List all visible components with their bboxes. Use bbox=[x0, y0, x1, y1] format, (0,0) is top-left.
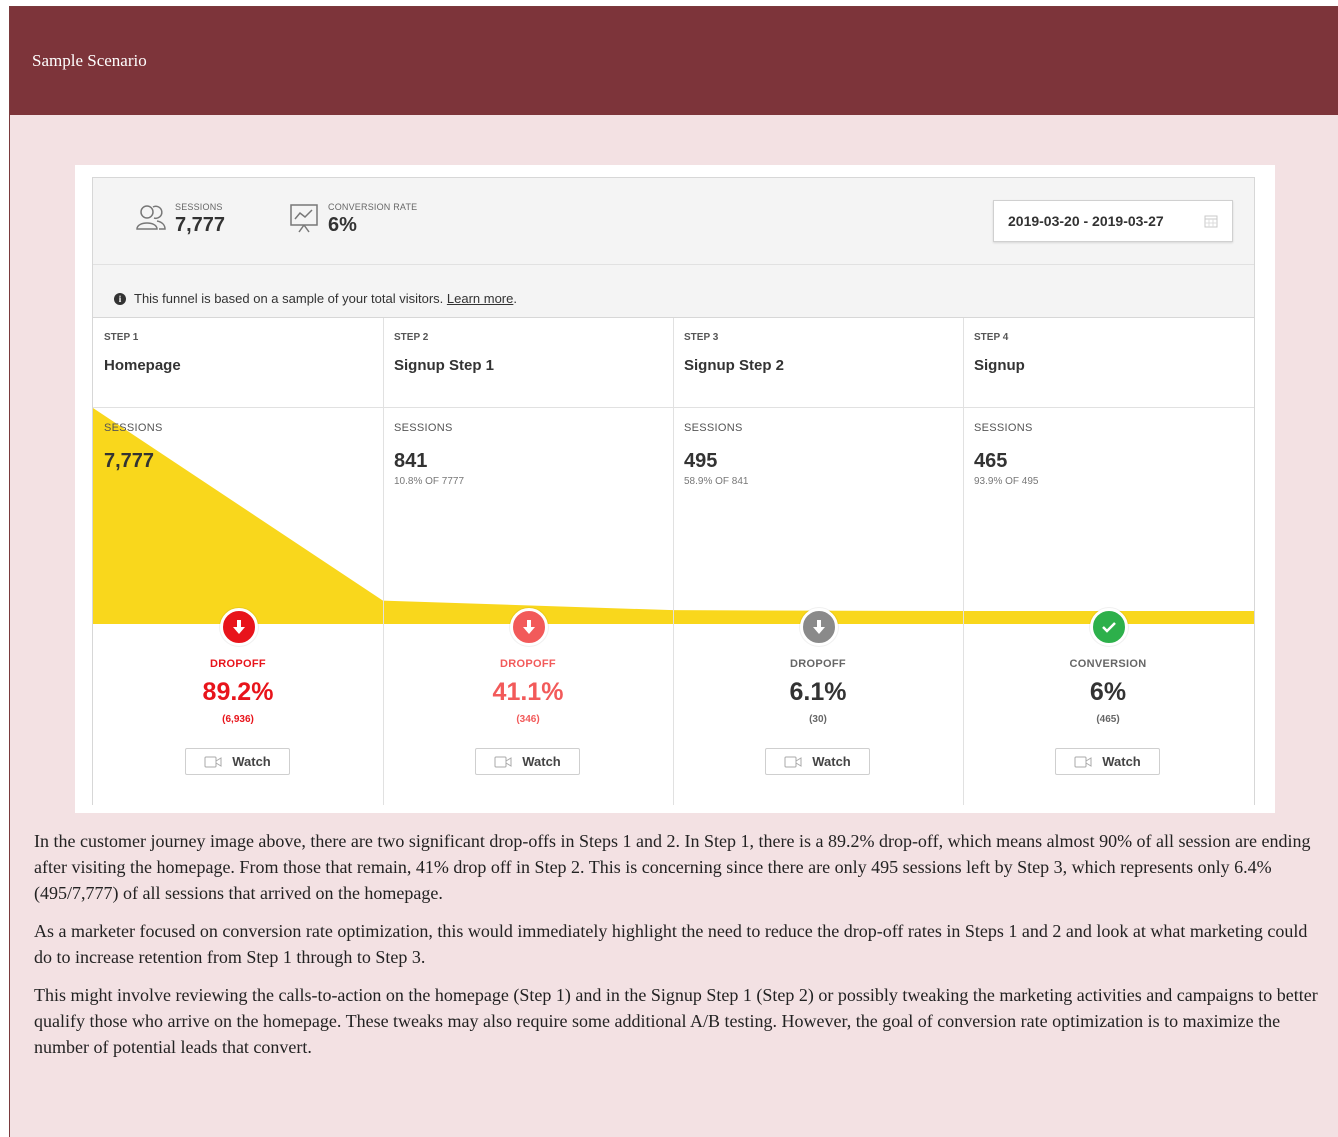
step-number: STEP 1 bbox=[104, 332, 139, 343]
step-name: Signup Step 1 bbox=[394, 357, 495, 374]
dropoff-marker bbox=[510, 608, 548, 646]
arrow-down-icon bbox=[233, 620, 245, 634]
checkmark-icon bbox=[1102, 622, 1116, 633]
sample-notice: i This funnel is based on a sample of yo… bbox=[114, 291, 517, 306]
step-name: Signup Step 2 bbox=[684, 357, 785, 374]
date-range-value: 2019-03-20 - 2019-03-27 bbox=[1008, 213, 1164, 229]
conversion-marker bbox=[1090, 608, 1128, 646]
step-name: Signup bbox=[974, 357, 1025, 374]
dropoff-count: (30) bbox=[809, 714, 827, 725]
funnel-step-1: STEP 1 Homepage SESSIONS 7,777 DROPOFF 8… bbox=[93, 318, 383, 805]
step-sessions-percent: 58.9% OF 841 bbox=[684, 476, 749, 487]
watch-button[interactable]: Watch bbox=[765, 748, 870, 775]
watch-label: Watch bbox=[232, 754, 271, 769]
conversion-value: 6% bbox=[328, 214, 357, 236]
article-paragraph: As a marketer focused on conversion rate… bbox=[34, 921, 1308, 967]
conversion-count: (465) bbox=[1096, 714, 1120, 725]
step-sessions-percent: 93.9% OF 495 bbox=[974, 476, 1039, 487]
dropoff-count: (6,936) bbox=[222, 714, 254, 725]
watch-button[interactable]: Watch bbox=[1055, 748, 1160, 775]
sessions-value: 7,777 bbox=[175, 214, 226, 236]
info-icon: i bbox=[114, 292, 126, 305]
funnel-step-2: STEP 2 Signup Step 1 SESSIONS 841 10.8% … bbox=[383, 318, 673, 805]
presentation-chart-icon bbox=[290, 204, 318, 233]
step-sessions-value: 841 bbox=[394, 450, 428, 472]
dropoff-count: (346) bbox=[516, 714, 540, 725]
step-sessions-value: 7,777 bbox=[104, 450, 155, 472]
watch-button[interactable]: Watch bbox=[475, 748, 580, 775]
dropoff-label: DROPOFF bbox=[500, 658, 556, 670]
video-camera-icon bbox=[1074, 756, 1092, 767]
step-number: STEP 4 bbox=[974, 332, 1009, 343]
arrow-down-icon bbox=[523, 620, 535, 634]
article-paragraph: In the customer journey image above, the… bbox=[34, 831, 1311, 903]
funnel-panel: SESSIONS 7,777 CONVERSION RATE 6% 2019-0… bbox=[92, 177, 1255, 805]
sessions-label: SESSIONS bbox=[175, 202, 223, 212]
funnel-step-3: STEP 3 Signup Step 2 SESSIONS 495 58.9% … bbox=[673, 318, 963, 805]
dropoff-percent: 89.2% bbox=[202, 678, 274, 706]
date-range-picker[interactable]: 2019-03-20 - 2019-03-27 bbox=[993, 200, 1233, 242]
divider bbox=[93, 264, 1254, 265]
funnel-screenshot: SESSIONS 7,777 CONVERSION RATE 6% 2019-0… bbox=[75, 165, 1275, 813]
step-sessions-label: SESSIONS bbox=[394, 422, 453, 434]
step-sessions-label: SESSIONS bbox=[684, 422, 743, 434]
step-number: STEP 3 bbox=[684, 332, 719, 343]
notice-text: This funnel is based on a sample of your… bbox=[134, 291, 444, 306]
funnel-step-4: STEP 4 Signup SESSIONS 465 93.9% OF 495 … bbox=[963, 318, 1253, 805]
calendar-icon bbox=[1204, 215, 1218, 228]
conversion-stat: CONVERSION RATE 6% bbox=[288, 202, 417, 237]
users-icon bbox=[136, 205, 166, 230]
video-camera-icon bbox=[494, 756, 512, 767]
arrow-down-icon bbox=[813, 620, 825, 634]
watch-label: Watch bbox=[1102, 754, 1141, 769]
watch-label: Watch bbox=[812, 754, 851, 769]
video-camera-icon bbox=[784, 756, 802, 767]
step-name: Homepage bbox=[104, 357, 181, 374]
watch-label: Watch bbox=[522, 754, 561, 769]
scenario-title: Sample Scenario bbox=[32, 51, 147, 70]
video-camera-icon bbox=[204, 756, 222, 767]
conversion-label: CONVERSION RATE bbox=[328, 202, 418, 212]
step-sessions-value: 495 bbox=[684, 450, 718, 472]
funnel-grid: STEP 1 Homepage SESSIONS 7,777 DROPOFF 8… bbox=[93, 317, 1254, 805]
dropoff-marker bbox=[800, 608, 838, 646]
dropoff-percent: 41.1% bbox=[492, 678, 564, 706]
conversion-percent: 6% bbox=[1089, 678, 1127, 706]
dropoff-label: DROPOFF bbox=[790, 658, 846, 670]
step-sessions-label: SESSIONS bbox=[104, 422, 163, 434]
dropoff-percent: 6.1% bbox=[789, 678, 847, 706]
scenario-box: Sample Scenario SESSIONS 7,777 CONVERSIO… bbox=[9, 6, 1338, 1137]
article-body: In the customer journey image above, the… bbox=[34, 828, 1324, 1072]
learn-more-link[interactable]: Learn more bbox=[447, 291, 513, 306]
sessions-stat: SESSIONS 7,777 bbox=[135, 202, 225, 237]
article-paragraph: This might involve reviewing the calls-t… bbox=[34, 985, 1318, 1057]
notice-tail: . bbox=[513, 291, 517, 306]
conversion-label: CONVERSION bbox=[1069, 658, 1147, 670]
dropoff-marker bbox=[220, 608, 258, 646]
step-sessions-percent: 10.8% OF 7777 bbox=[394, 476, 465, 487]
step-sessions-label: SESSIONS bbox=[974, 422, 1033, 434]
step-sessions-value: 465 bbox=[974, 450, 1008, 472]
scenario-banner: Sample Scenario bbox=[10, 7, 1338, 115]
watch-button[interactable]: Watch bbox=[185, 748, 290, 775]
dropoff-label: DROPOFF bbox=[210, 658, 266, 670]
step-number: STEP 2 bbox=[394, 332, 429, 343]
